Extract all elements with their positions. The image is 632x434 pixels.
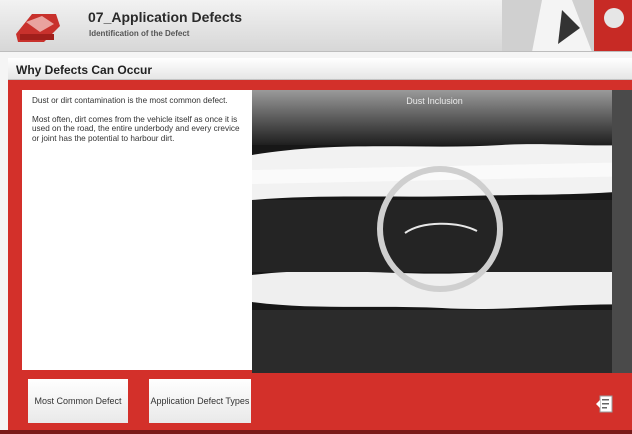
paragraph-1: Dust or dirt contamination is the most c… (32, 96, 228, 105)
paragraph-2: Most often, dirt comes from the vehicle … (32, 114, 240, 143)
text-panel: Dust or dirt contamination is the most c… (22, 90, 252, 370)
header-bar: 07_Application Defects Identification of… (0, 0, 632, 52)
bottom-strip (0, 430, 632, 434)
brand-logo-icon (16, 14, 60, 42)
module-title: 07_Application Defects (88, 9, 243, 25)
page-turn-icon[interactable] (594, 394, 616, 414)
defect-photo-image (252, 90, 632, 373)
header-decoration (502, 0, 632, 51)
section-header: Why Defects Can Occur (8, 58, 632, 80)
defect-photo: Dust Inclusion (252, 90, 632, 373)
most-common-defect-button[interactable]: Most Common Defect (26, 377, 130, 425)
photo-caption: Dust Inclusion (406, 96, 463, 106)
content-panel: Dust or dirt contamination is the most c… (8, 80, 632, 430)
section-title: Why Defects Can Occur (16, 63, 153, 77)
module-subtitle: Identification of the Defect (89, 29, 190, 38)
application-defect-types-button[interactable]: Application Defect Types (147, 377, 253, 425)
